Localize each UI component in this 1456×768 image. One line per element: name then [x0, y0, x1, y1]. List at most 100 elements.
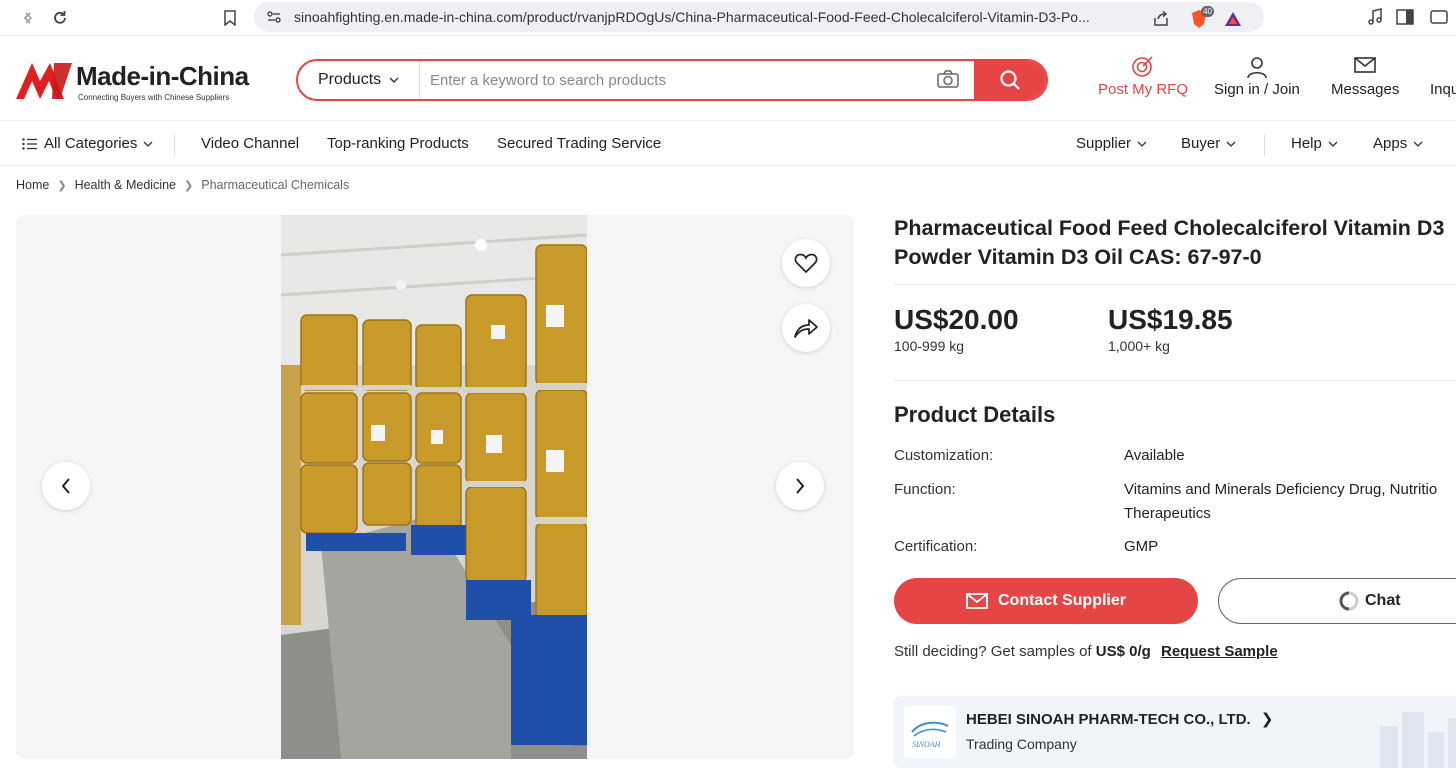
url-text: sinoahfighting.en.made-in-china.com/prod…: [294, 9, 1090, 25]
messages-label: Messages: [1331, 81, 1400, 98]
secured-trading-link[interactable]: Secured Trading Service: [497, 135, 661, 152]
secured-trading-label: Secured Trading Service: [497, 135, 662, 152]
detail-value-function: Vitamins and Minerals Deficiency Drug, N…: [1124, 481, 1438, 498]
media-icon[interactable]: [1364, 6, 1386, 28]
product-gallery: [16, 215, 854, 759]
chevron-right-icon: ❯: [1260, 711, 1274, 728]
mail-icon: [966, 593, 988, 609]
search-icon: [1000, 70, 1020, 90]
detail-label-function: Function:: [894, 481, 956, 498]
post-rfq-link[interactable]: Post My RFQ: [1098, 55, 1188, 98]
chevron-left-icon: [61, 478, 70, 494]
svg-text:SINOAH: SINOAH: [912, 740, 942, 749]
request-sample-link[interactable]: Request Sample: [1161, 643, 1278, 660]
all-categories-label: All Categories: [44, 135, 138, 152]
inquiry-link[interactable]: Inqu: [1430, 81, 1456, 98]
sign-in-link[interactable]: Sign in / Join: [1214, 55, 1300, 98]
forward-icon[interactable]: [16, 6, 40, 30]
help-menu-label: Help: [1291, 135, 1322, 152]
supplier-menu[interactable]: Supplier: [1076, 135, 1147, 152]
brave-shield-icon[interactable]: 40: [1188, 6, 1214, 30]
chevron-right-icon: ❯: [184, 179, 194, 192]
detail-value-customization: Available: [1124, 447, 1185, 464]
breadcrumb: Home ❯ Health & Medicine ❯ Pharmaceutica…: [16, 178, 349, 192]
sample-offer: Still deciding? Get samples of US$ 0/g R…: [894, 643, 1278, 660]
all-categories-menu[interactable]: All Categories: [22, 135, 153, 152]
breadcrumb-health-medicine[interactable]: Health & Medicine: [75, 178, 176, 192]
next-image-button[interactable]: [776, 462, 824, 510]
contact-supplier-button[interactable]: Contact Supplier: [894, 578, 1198, 624]
post-rfq-label: Post My RFQ: [1098, 81, 1189, 98]
site-settings-icon[interactable]: [266, 9, 282, 30]
share-icon[interactable]: [1150, 8, 1172, 30]
buyer-menu-label: Buyer: [1181, 135, 1221, 152]
sample-price: US$ 0/g: [1095, 643, 1151, 660]
site-logo[interactable]: Made-in-China Connecting Buyers with Chi…: [14, 59, 254, 103]
detail-value-certification: GMP: [1124, 538, 1159, 555]
wallet-icon[interactable]: [1428, 6, 1450, 28]
price-tier-1: US$20.00 100-999 kg: [894, 304, 1019, 354]
product-photo[interactable]: [281, 215, 587, 759]
buyer-menu[interactable]: Buyer: [1181, 135, 1236, 152]
detail-label-customization: Customization:: [894, 447, 994, 464]
heart-icon: [794, 253, 818, 274]
search-category-label: Products: [318, 71, 382, 88]
divider: [1264, 134, 1265, 156]
chevron-down-icon: [389, 77, 399, 83]
prev-image-button[interactable]: [42, 462, 90, 510]
address-bar[interactable]: sinoahfighting.en.made-in-china.com/prod…: [254, 2, 1264, 32]
chevron-down-icon: [1413, 141, 1423, 147]
camera-icon[interactable]: [936, 69, 960, 91]
apps-menu-label: Apps: [1373, 135, 1408, 152]
user-icon: [1214, 55, 1300, 81]
breadcrumb-pharmaceutical-chemicals[interactable]: Pharmaceutical Chemicals: [201, 178, 349, 192]
category-nav: All Categories Video Channel Top-ranking…: [0, 122, 1456, 166]
sidebar-icon[interactable]: [1394, 6, 1416, 28]
supplier-card[interactable]: SINOAH HEBEI SINOAH PHARM-TECH CO., LTD.…: [894, 696, 1456, 768]
brave-rewards-icon[interactable]: [1222, 8, 1244, 30]
rfq-target-icon: [1098, 55, 1188, 81]
share-arrow-icon: [794, 319, 818, 338]
price-quantity: 1,000+ kg: [1108, 338, 1170, 354]
logo-tagline: Connecting Buyers with Chinese Suppliers: [78, 93, 230, 102]
detail-value-function-line2: Therapeutics: [1124, 505, 1211, 522]
chat-label: Chat: [1365, 592, 1401, 609]
divider: [894, 380, 1456, 381]
price-amount: US$19.85: [1108, 304, 1233, 335]
bookmark-icon[interactable]: [218, 6, 242, 30]
sign-in-label: Sign in / Join: [1214, 81, 1300, 98]
product-details-heading: Product Details: [894, 402, 1056, 427]
search-category-select[interactable]: Products: [298, 61, 420, 99]
price-quantity: 100-999 kg: [894, 338, 965, 354]
chat-loading-icon: [1339, 591, 1359, 611]
mail-icon: [1331, 55, 1399, 81]
city-skyline-icon: [1380, 712, 1456, 768]
chat-button[interactable]: Chat: [1218, 578, 1456, 624]
top-ranking-link[interactable]: Top-ranking Products: [327, 135, 469, 152]
breadcrumb-home[interactable]: Home: [16, 178, 49, 192]
apps-menu[interactable]: Apps: [1373, 135, 1423, 152]
supplier-name-text: HEBEI SINOAH PHARM-TECH CO., LTD.: [966, 711, 1251, 728]
chevron-right-icon: [796, 478, 805, 494]
logo-mark-icon: [16, 63, 72, 99]
favorite-button[interactable]: [782, 239, 830, 287]
chevron-down-icon: [1328, 141, 1338, 147]
messages-link[interactable]: Messages: [1331, 55, 1399, 98]
product-title: Pharmaceutical Food Feed Cholecalciferol…: [894, 216, 1445, 269]
video-channel-link[interactable]: Video Channel: [201, 135, 299, 152]
logo-text: Made-in-China: [76, 61, 249, 91]
supplier-name[interactable]: HEBEI SINOAH PHARM-TECH CO., LTD. ❯: [966, 710, 1273, 728]
list-icon: [22, 137, 37, 150]
contact-supplier-label: Contact Supplier: [997, 592, 1126, 609]
chevron-down-icon: [1226, 141, 1236, 147]
share-button[interactable]: [782, 304, 830, 352]
search-input[interactable]: [430, 69, 930, 91]
price-amount: US$20.00: [894, 304, 1019, 335]
divider: [894, 284, 1456, 285]
reload-icon[interactable]: [48, 6, 72, 30]
brave-count-badge: 40: [1201, 6, 1214, 17]
browser-toolbar: sinoahfighting.en.made-in-china.com/prod…: [0, 0, 1456, 36]
help-menu[interactable]: Help: [1291, 135, 1338, 152]
supplier-logo: SINOAH: [904, 706, 956, 758]
search-button[interactable]: [974, 61, 1046, 99]
